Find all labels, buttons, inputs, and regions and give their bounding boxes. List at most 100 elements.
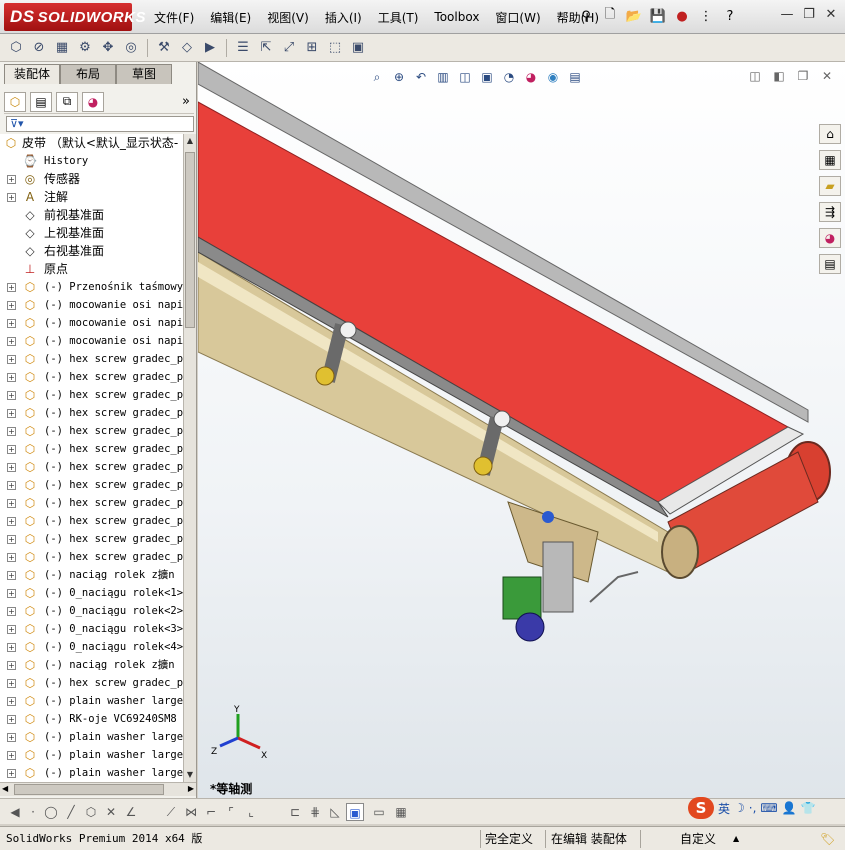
help-icon[interactable]: ?	[720, 6, 740, 26]
expand-icon[interactable]: +	[7, 733, 16, 742]
expand-icon[interactable]: +	[7, 301, 16, 310]
expand-icon[interactable]: +	[7, 283, 16, 292]
ime-user-icon[interactable]: 👤	[782, 801, 797, 815]
solidworks-logo[interactable]: DS SOLIDWORKS	[4, 3, 145, 31]
menu-file[interactable]: 文件(F)	[146, 9, 202, 26]
tree-item[interactable]: + ⬡ (-) hex screw gradec_pe	[0, 476, 183, 494]
move-component-icon[interactable]: ✥	[98, 38, 118, 58]
conveyor-model[interactable]	[198, 62, 845, 798]
table-icon[interactable]: ▦	[392, 803, 410, 821]
shaded-view-icon[interactable]: ▣	[346, 803, 364, 821]
expand-icon[interactable]: +	[7, 607, 16, 616]
angle-icon[interactable]: ◺	[326, 803, 344, 821]
tree-item[interactable]: + ⬡ (-) hex screw gradec_pe	[0, 368, 183, 386]
tree-item[interactable]: + ⬡ (-) 0_naciągu rolek<3>	[0, 620, 183, 638]
expand-icon[interactable]: +	[7, 355, 16, 364]
scroll-up-icon[interactable]: ▲	[184, 134, 196, 148]
tree-item[interactable]: ◇ 右视基准面	[0, 242, 183, 260]
split-horizontal-icon[interactable]: ◫	[747, 68, 763, 84]
component-pattern-icon[interactable]: ▦	[52, 38, 72, 58]
expand-icon[interactable]: +	[7, 661, 16, 670]
open-icon[interactable]: 📂	[624, 6, 644, 26]
tree-item[interactable]: + ⬡ (-) Przenośnik taśmowy	[0, 278, 183, 296]
fillet-icon[interactable]: ⌐	[202, 803, 220, 821]
scroll-thumb[interactable]	[185, 152, 195, 328]
minimize-icon[interactable]: —	[779, 6, 795, 24]
mate-icon[interactable]: ⊘	[29, 38, 49, 58]
expand-icon[interactable]: +	[7, 643, 16, 652]
graphics-area[interactable]: ⌕ ⊕ ↶ ▥ ◫ ▣ ◔ ◕ ◉ ▤ ◫ ◧ ❐ ✕ ⌂ ▦ ▰ ⇶ ◕ ▤ …	[198, 62, 845, 798]
smart-fasteners-icon[interactable]: ⚙	[75, 38, 95, 58]
tag-icon[interactable]: 🏷	[820, 830, 835, 848]
tab-layout[interactable]: 布局	[60, 64, 116, 84]
expand-icon[interactable]: +	[7, 589, 16, 598]
expand-icon[interactable]: +	[7, 481, 16, 490]
polygon-icon[interactable]: ⬡	[82, 803, 100, 821]
featuremanager-icon[interactable]: ⬡	[4, 91, 26, 112]
tree-item[interactable]: + ⬡ (-) hex screw gradec_pe	[0, 386, 183, 404]
expand-icon[interactable]: +	[7, 373, 16, 382]
menu-edit[interactable]: 编辑(E)	[202, 9, 259, 26]
hscroll-thumb[interactable]	[14, 784, 164, 795]
tree-item[interactable]: + ⬡ (-) hex screw gradec_pe	[0, 422, 183, 440]
tree-item[interactable]: + ⬡ (-) naciąg rolek z擴n	[0, 656, 183, 674]
tree-item[interactable]: + A 注解	[0, 188, 183, 206]
restore-icon[interactable]: ❐	[801, 6, 817, 24]
display-icon[interactable]: ▣	[348, 38, 368, 58]
tree-item[interactable]: + ⬡ (-) 0_naciągu rolek<4>	[0, 638, 183, 656]
options-icon[interactable]: ⋮	[696, 6, 716, 26]
insert-component-icon[interactable]: ⬡	[6, 38, 26, 58]
new-motion-study-icon[interactable]: ▶	[200, 38, 220, 58]
bill-of-materials-icon[interactable]: ☰	[233, 38, 253, 58]
menu-view[interactable]: 视图(V)	[259, 9, 317, 26]
menu-window[interactable]: 窗口(W)	[487, 9, 548, 26]
edit-appearance-icon[interactable]: ◕	[522, 68, 540, 86]
zoom-to-fit-icon[interactable]: ⌕	[368, 68, 386, 86]
tree-item[interactable]: + ⬡ (-) plain washer large	[0, 764, 183, 782]
units-dropdown[interactable]: 自定义	[680, 830, 716, 848]
tree-filter[interactable]: ⊽▾	[6, 116, 194, 132]
tree-item[interactable]: + ⬡ (-) RK-oje VC69240SM8	[0, 710, 183, 728]
menu-tools[interactable]: 工具(T)	[370, 9, 427, 26]
tree-item[interactable]: + ⬡ (-) 0_naciągu rolek<1>	[0, 584, 183, 602]
tree-item[interactable]: ⌚ History	[0, 152, 183, 170]
configurationmanager-icon[interactable]: ⧉	[56, 91, 78, 112]
tree-item[interactable]: + ⬡ (-) mocowanie osi napin	[0, 332, 183, 350]
trim-icon[interactable]: ✕	[102, 803, 120, 821]
tree-item[interactable]: + ⬡ (-) hex screw gradec_pe	[0, 404, 183, 422]
ime-punct-icon[interactable]: ·,	[749, 801, 757, 815]
tree-item[interactable]: + ⬡ (-) hex screw gradec_pe	[0, 674, 183, 692]
expand-icon[interactable]: +	[7, 409, 16, 418]
units-dropdown-arrow-icon[interactable]: ▲	[733, 830, 739, 848]
dimension-icon[interactable]: ⊏	[286, 803, 304, 821]
expand-icon[interactable]: +	[7, 499, 16, 508]
tree-item[interactable]: + ⬡ (-) mocowanie osi napin	[0, 314, 183, 332]
tab-assembly[interactable]: 装配体	[4, 64, 60, 84]
convert-icon[interactable]: ⌞	[242, 803, 260, 821]
expand-icon[interactable]: +	[7, 715, 16, 724]
scroll-left-icon[interactable]: ◀	[6, 803, 24, 821]
save-icon[interactable]: 💾	[648, 6, 668, 26]
previous-view-icon[interactable]: ↶	[412, 68, 430, 86]
mirror-icon[interactable]: ⋈	[182, 803, 200, 821]
menu-insert[interactable]: 插入(I)	[317, 9, 370, 26]
tree-item[interactable]: + ⬡ (-) hex screw gradec_pe	[0, 440, 183, 458]
tree-item[interactable]: + ⬡ (-) 0_naciągu rolek<2>	[0, 602, 183, 620]
tree-item[interactable]: + ⬡ (-) mocowanie osi napin	[0, 296, 183, 314]
appearances-icon[interactable]: ◕	[819, 228, 841, 248]
expand-icon[interactable]: +	[7, 391, 16, 400]
displaymanager-icon[interactable]: ◕	[82, 91, 104, 112]
expand-icon[interactable]: +	[7, 571, 16, 580]
extend-icon[interactable]: ∠	[122, 803, 140, 821]
interference-detection-icon[interactable]: ⊞	[302, 38, 322, 58]
offset-icon[interactable]: ⟋	[162, 803, 180, 821]
view-settings-icon[interactable]: ▤	[566, 68, 584, 86]
circle-icon[interactable]: ◯	[42, 803, 60, 821]
resources-icon[interactable]: ⌂	[819, 124, 841, 144]
expand-icon[interactable]: +	[7, 319, 16, 328]
chamfer-icon[interactable]: ⌜	[222, 803, 240, 821]
apply-scene-icon[interactable]: ◉	[544, 68, 562, 86]
tree-item[interactable]: + ⬡ (-) plain washer large	[0, 728, 183, 746]
viewport-restore-icon[interactable]: ❐	[795, 68, 811, 84]
expand-icon[interactable]: +	[7, 337, 16, 346]
